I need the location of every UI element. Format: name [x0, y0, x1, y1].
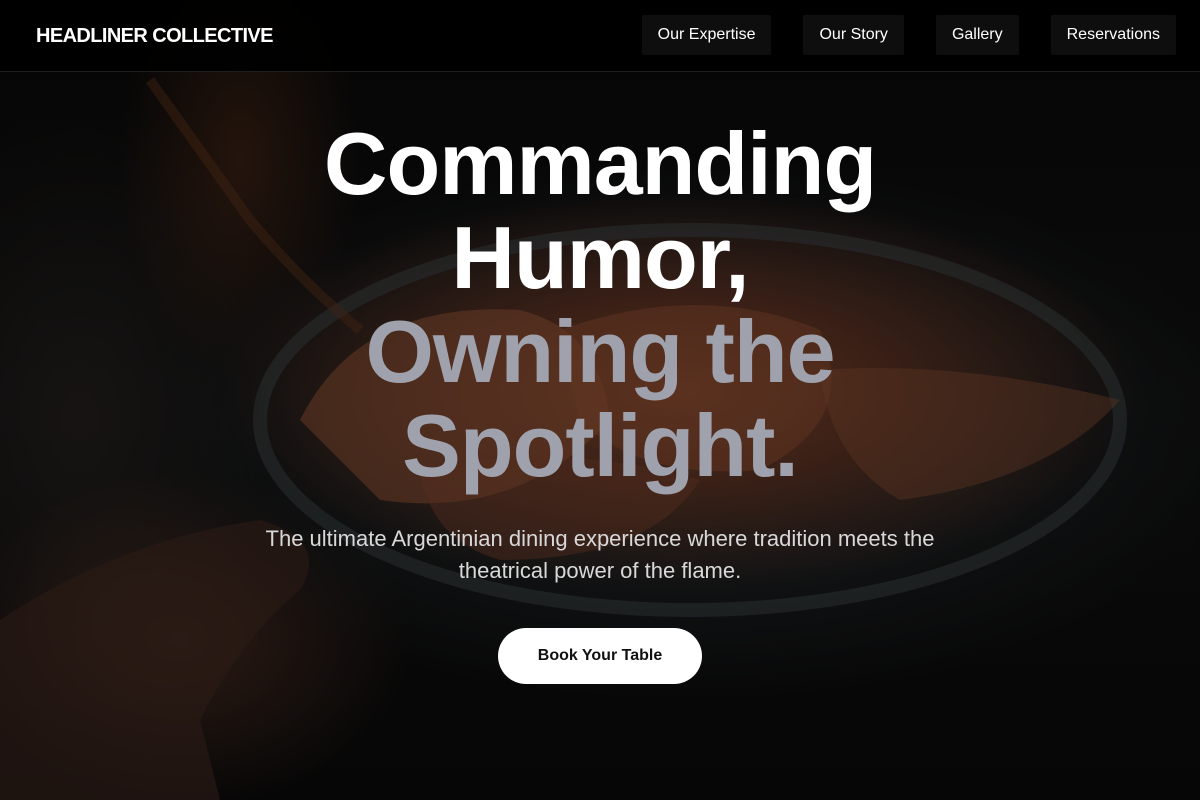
headline-line-2: Humor,: [451, 208, 749, 307]
nav-links: Our Expertise Our Story Gallery Reservat…: [641, 15, 1176, 55]
page: HEADLINER COLLECTIVE Our Expertise Our S…: [0, 0, 1200, 800]
nav-link-our-story[interactable]: Our Story: [803, 15, 904, 55]
headline-line-3: Owning the: [365, 302, 835, 401]
nav-link-our-expertise[interactable]: Our Expertise: [641, 15, 772, 55]
brand-logo-text[interactable]: HEADLINER COLLECTIVE: [36, 24, 274, 48]
headline-line-4: Spotlight.: [402, 396, 799, 495]
nav-link-gallery[interactable]: Gallery: [935, 15, 1019, 55]
top-navigation-bar: HEADLINER COLLECTIVE Our Expertise Our S…: [0, 0, 1200, 72]
headline-line-1: Commanding: [323, 114, 877, 213]
hero-headline: Commanding Humor, Owning the Spotlight.: [200, 117, 1000, 493]
book-your-table-button[interactable]: Book Your Table: [498, 628, 702, 684]
hero-subtitle: The ultimate Argentinian dining experien…: [265, 526, 935, 583]
hero-section: Commanding Humor, Owning the Spotlight. …: [0, 0, 1200, 800]
nav-link-reservations[interactable]: Reservations: [1050, 15, 1176, 55]
